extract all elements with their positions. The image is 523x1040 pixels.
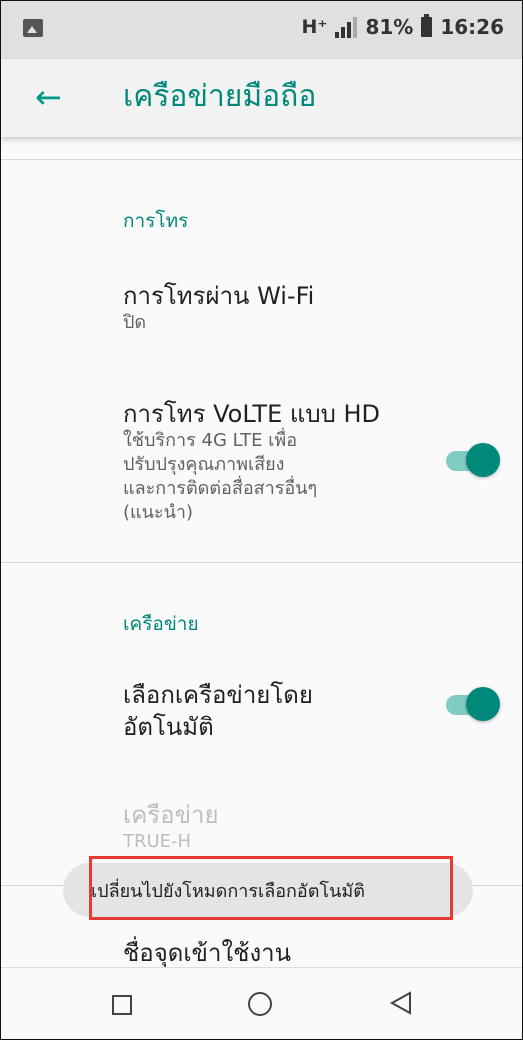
page-title: เครือข่ายมือถือ: [123, 79, 317, 114]
app-bar: ← เครือข่ายมือถือ: [1, 59, 522, 137]
screen: H⁺ 81% 16:26 ← เครือข่ายมือถือ การโทร กา…: [0, 0, 523, 1040]
network-item-title: เครือข่าย: [123, 801, 219, 829]
volte-title: การโทร VoLTE แบบ HD: [123, 400, 380, 428]
volte-summary-line: ปรับปรุงคุณภาพเสียง: [123, 454, 285, 475]
auto-select-title-line: อัตโนมัติ: [123, 713, 214, 741]
back-icon[interactable]: [386, 988, 416, 1018]
home-icon[interactable]: [248, 992, 272, 1016]
volte-summary-line: และการติดต่อสื่อสารอื่นๆ: [123, 478, 318, 499]
volte-toggle[interactable]: [442, 443, 500, 477]
toggle-thumb: [466, 687, 500, 721]
wifi-calling-summary: ปิด: [123, 312, 147, 333]
auto-select-title-line: เลือกเครือข่ายโดย: [123, 681, 313, 709]
divider: [1, 562, 522, 563]
battery-percent: 81%: [365, 15, 414, 39]
section-title-network: เครือข่าย: [123, 613, 199, 635]
auto-select-toggle[interactable]: [442, 687, 500, 721]
divider: [1, 159, 522, 160]
signal-icon: [335, 16, 358, 38]
auto-select-title: เลือกเครือข่ายโดย อัตโนมัติ: [123, 679, 313, 743]
status-bar: H⁺ 81% 16:26: [1, 1, 522, 59]
clock: 16:26: [440, 15, 504, 39]
back-arrow-icon[interactable]: ←: [35, 77, 62, 117]
toggle-thumb: [466, 443, 500, 477]
battery-icon: [421, 14, 433, 37]
recents-icon[interactable]: [112, 995, 132, 1015]
image-notification-icon: [23, 19, 43, 37]
wifi-calling-title: การโทรผ่าน Wi-Fi: [123, 282, 315, 310]
highlight-box: [89, 856, 453, 920]
network-type: H⁺: [301, 16, 328, 38]
navigation-bar: [1, 967, 522, 1039]
volte-summary-line: ใช้บริการ 4G LTE เพื่อ: [123, 430, 298, 451]
status-indicators: H⁺ 81% 16:26: [301, 14, 504, 39]
network-item-summary: TRUE-H: [123, 831, 192, 852]
section-title-calls: การโทร: [123, 210, 189, 232]
volte-summary-line: (แนะนำ): [123, 502, 194, 523]
volte-summary: ใช้บริการ 4G LTE เพื่อ ปรับปรุงคุณภาพเสี…: [123, 429, 403, 525]
